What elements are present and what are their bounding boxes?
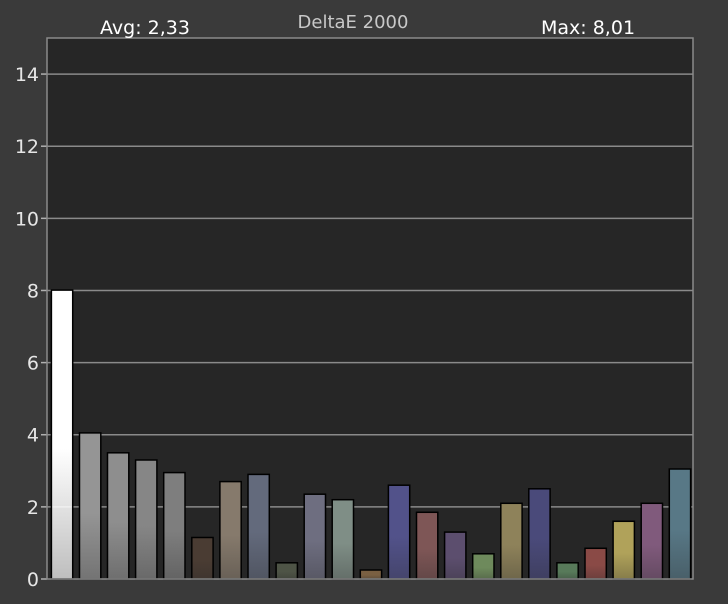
bar-23	[668, 468, 692, 580]
bar-14	[415, 511, 439, 580]
avg-label: Avg: 2,33	[100, 17, 190, 39]
bar-18	[528, 488, 551, 580]
y-tick-label-10: 10	[15, 208, 39, 230]
chart-title: DeltaE 2000	[298, 12, 409, 33]
bar-6	[191, 536, 214, 580]
bar-9	[275, 562, 299, 580]
y-tick-label-0: 0	[27, 569, 39, 591]
bar-8	[247, 473, 271, 580]
bar-12	[359, 569, 383, 580]
bar-7	[219, 480, 242, 580]
deltae-bar-chart: 0 2 4 6 8 10 12 14 Avg: 2,33 DeltaE 2000 Max: 8…	[15, 12, 694, 591]
bar-10	[303, 493, 327, 580]
bar-21	[612, 520, 636, 580]
max-label: Max: 8,01	[541, 17, 635, 39]
bar-20	[584, 547, 608, 580]
bar-16	[471, 553, 495, 580]
y-tick-label-8: 8	[27, 280, 39, 302]
bar-1	[50, 289, 74, 580]
y-tick-label-14: 14	[15, 64, 39, 86]
bar-19	[556, 562, 579, 580]
bar-17	[500, 502, 523, 580]
bar-13	[387, 484, 411, 580]
bar-15	[443, 531, 467, 580]
y-tick-label-4: 4	[27, 425, 39, 447]
bar-3	[106, 452, 130, 580]
bar-5	[162, 471, 186, 580]
bar-4	[134, 459, 158, 580]
bar-2	[78, 432, 102, 580]
bar-11	[331, 498, 355, 580]
y-tick-label-12: 12	[15, 136, 39, 158]
y-tick-label-6: 6	[27, 353, 39, 375]
y-tick-label-2: 2	[27, 497, 39, 519]
chart-area: 0 2 4 6 8 10 12 14 Avg: 2,33 DeltaE 2000 Max: 8…	[0, 0, 728, 600]
bar-22	[640, 502, 664, 580]
